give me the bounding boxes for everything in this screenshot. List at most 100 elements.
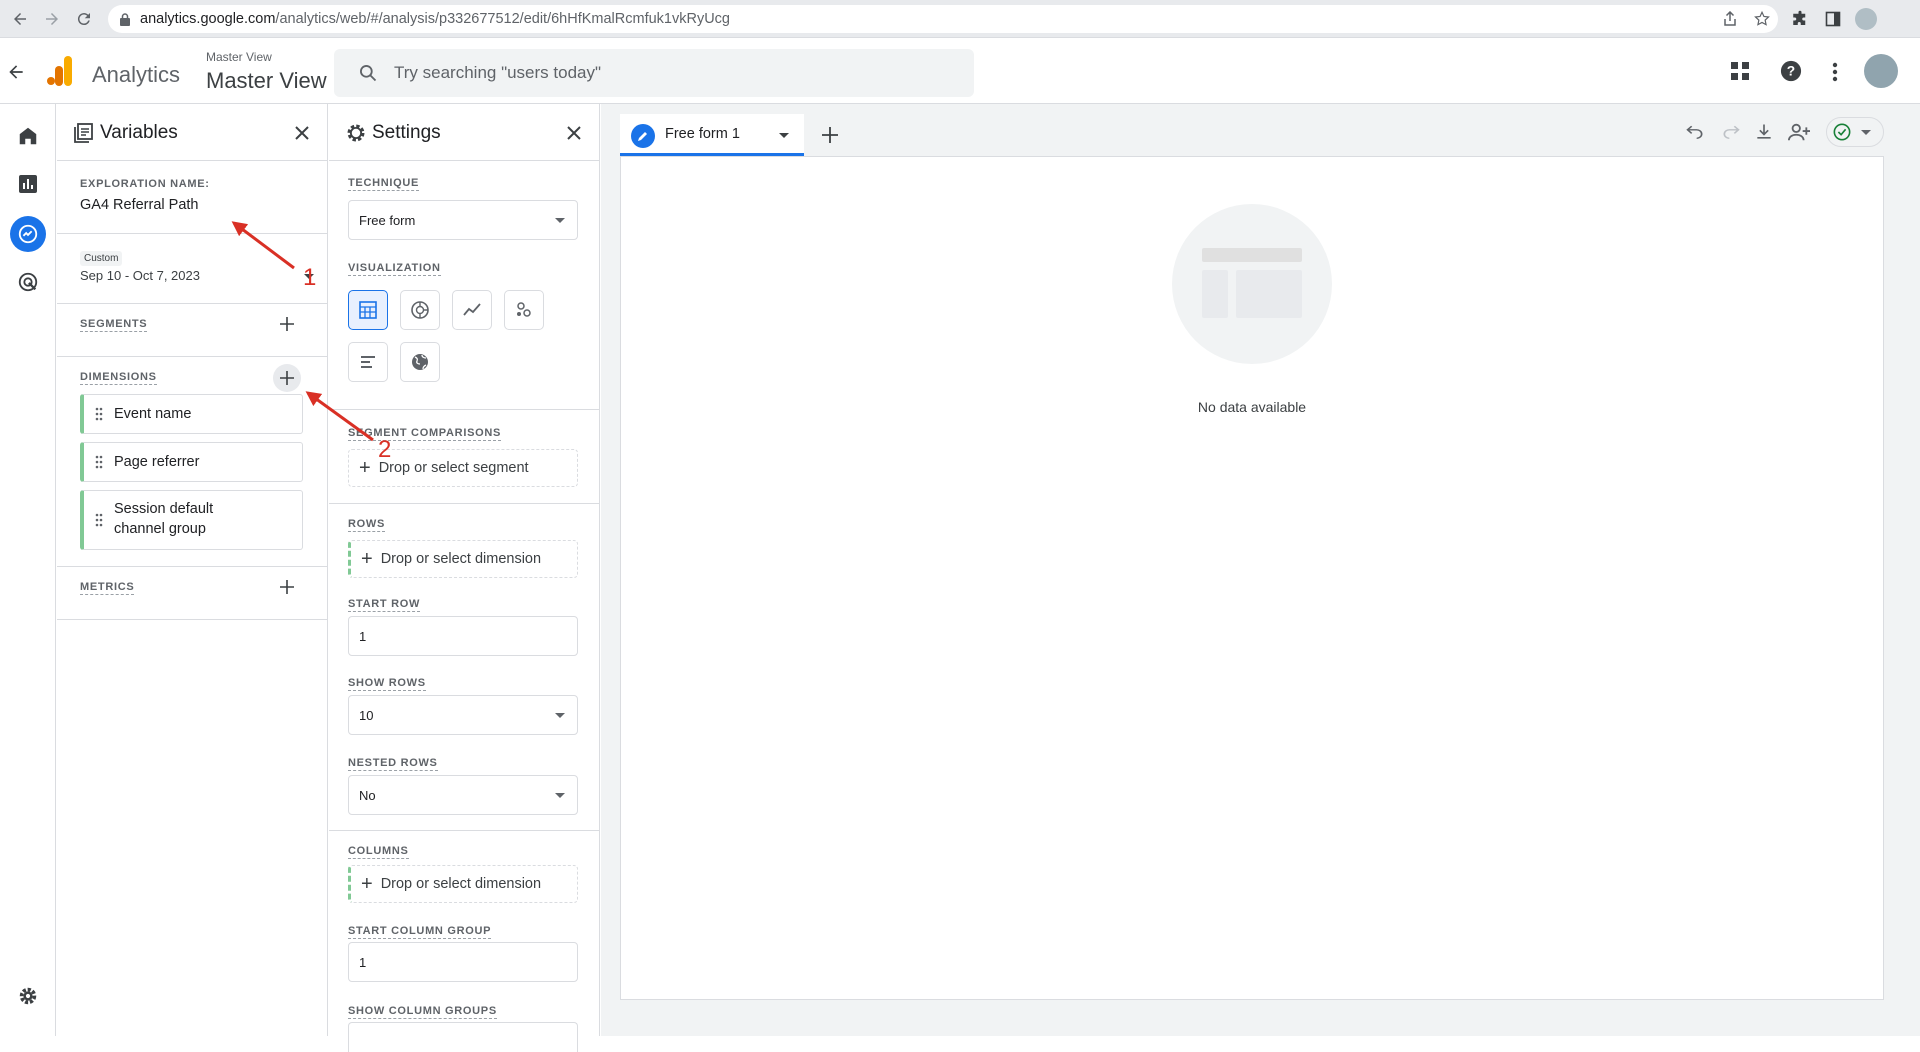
url-domain: analytics.google.com bbox=[140, 11, 276, 27]
exploration-name-input[interactable]: GA4 Referral Path bbox=[80, 197, 198, 213]
explore-icon[interactable] bbox=[10, 216, 46, 252]
reports-icon[interactable] bbox=[14, 170, 42, 198]
dimension-chip[interactable]: Event name bbox=[80, 394, 303, 434]
variables-panel: Variables EXPLORATION NAME: GA4 Referral… bbox=[57, 104, 328, 1036]
profile-avatar[interactable] bbox=[1855, 8, 1877, 30]
add-metric-button[interactable] bbox=[273, 573, 301, 601]
nested-rows-select[interactable]: No bbox=[348, 775, 578, 815]
line-chart-icon bbox=[462, 300, 482, 320]
add-segment-button[interactable] bbox=[273, 310, 301, 338]
metrics-label: METRICS bbox=[80, 581, 135, 595]
divider bbox=[57, 566, 327, 567]
settings-panel: Settings TECHNIQUE Free form VISUALIZATI… bbox=[329, 104, 600, 1052]
show-column-groups-label: SHOW COLUMN GROUPS bbox=[348, 1005, 497, 1019]
plus-icon: + bbox=[359, 457, 371, 479]
viz-scatter-button[interactable] bbox=[504, 290, 544, 330]
apps-grid-icon[interactable] bbox=[1730, 61, 1750, 81]
redo-icon[interactable] bbox=[1718, 119, 1744, 145]
bookmark-star-icon[interactable] bbox=[1752, 9, 1772, 29]
analytics-logo-icon bbox=[46, 56, 74, 86]
dimension-chip[interactable]: Session default channel group bbox=[80, 490, 303, 550]
start-column-group-label: START COLUMN GROUP bbox=[348, 925, 492, 939]
show-rows-caret-icon bbox=[555, 713, 565, 718]
dimension-chip-label: Session default channel group bbox=[114, 501, 214, 537]
undo-icon[interactable] bbox=[1682, 119, 1708, 145]
start-column-group-input[interactable]: 1 bbox=[348, 942, 578, 982]
start-row-label: START ROW bbox=[348, 598, 421, 612]
address-bar[interactable]: analytics.google.com/analytics/web/#/ana… bbox=[108, 5, 1778, 33]
rows-drop-text: Drop or select dimension bbox=[380, 551, 542, 567]
technique-label: TECHNIQUE bbox=[348, 177, 420, 191]
divider bbox=[329, 503, 599, 504]
admin-gear-icon[interactable] bbox=[14, 982, 42, 1010]
search-input[interactable]: Try searching "users today" bbox=[334, 49, 974, 97]
viz-bar-button[interactable] bbox=[348, 342, 388, 382]
search-placeholder: Try searching "users today" bbox=[394, 63, 602, 82]
dimension-chip[interactable]: Page referrer bbox=[80, 442, 303, 482]
viz-line-button[interactable] bbox=[452, 290, 492, 330]
tab-menu-caret-icon[interactable] bbox=[779, 133, 789, 138]
segment-drop-zone[interactable]: + Drop or select segment bbox=[348, 449, 578, 487]
variables-title: Variables bbox=[100, 122, 178, 143]
user-avatar[interactable] bbox=[1864, 54, 1898, 88]
variables-list-icon bbox=[74, 123, 94, 143]
columns-drop-text: Drop or select dimension bbox=[380, 876, 542, 892]
back-arrow-icon[interactable] bbox=[8, 7, 32, 31]
viz-table-button[interactable] bbox=[348, 290, 388, 330]
technique-select[interactable]: Free form bbox=[348, 200, 578, 240]
segment-comparisons-label: SEGMENT COMPARISONS bbox=[348, 427, 502, 441]
date-range-selector[interactable]: Sep 10 - Oct 7, 2023 bbox=[80, 268, 314, 292]
settings-gear-icon bbox=[345, 122, 367, 144]
start-row-input[interactable]: 1 bbox=[348, 616, 578, 656]
nested-rows-value: No bbox=[359, 787, 376, 803]
show-column-groups-select[interactable] bbox=[348, 1022, 578, 1052]
rows-drop-zone[interactable]: + Drop or select dimension bbox=[348, 540, 578, 578]
show-rows-value: 10 bbox=[359, 707, 374, 723]
add-tab-button[interactable] bbox=[815, 120, 845, 150]
viz-geo-button[interactable] bbox=[400, 342, 440, 382]
globe-icon bbox=[410, 352, 430, 372]
extensions-puzzle-icon[interactable] bbox=[1790, 9, 1810, 29]
viz-donut-button[interactable] bbox=[400, 290, 440, 330]
reload-icon[interactable] bbox=[72, 7, 96, 31]
forward-arrow-icon[interactable] bbox=[40, 7, 64, 31]
side-panel-icon[interactable] bbox=[1823, 9, 1843, 29]
table-icon bbox=[358, 300, 378, 320]
close-settings-icon[interactable] bbox=[563, 122, 585, 144]
segment-drop-text: Drop or select segment bbox=[378, 460, 529, 476]
advertising-icon[interactable] bbox=[14, 268, 42, 296]
drag-handle-icon[interactable] bbox=[84, 455, 114, 469]
dimensions-label: DIMENSIONS bbox=[80, 371, 157, 385]
drag-handle-icon[interactable] bbox=[84, 407, 114, 421]
technique-caret-icon bbox=[555, 218, 565, 223]
exploration-name-label: EXPLORATION NAME: bbox=[80, 178, 210, 190]
show-rows-label: SHOW ROWS bbox=[348, 677, 426, 691]
nested-rows-caret-icon bbox=[555, 793, 565, 798]
nested-rows-label: NESTED ROWS bbox=[348, 757, 438, 771]
show-rows-select[interactable]: 10 bbox=[348, 695, 578, 735]
share-user-icon[interactable] bbox=[1786, 119, 1812, 145]
share-icon[interactable] bbox=[1720, 9, 1740, 29]
add-dimension-button[interactable] bbox=[273, 364, 301, 392]
close-variables-icon[interactable] bbox=[291, 122, 313, 144]
rows-label: ROWS bbox=[348, 518, 386, 532]
divider bbox=[57, 356, 327, 357]
drag-handle-icon[interactable] bbox=[84, 513, 114, 527]
settings-header: Settings bbox=[329, 104, 599, 161]
pencil-icon bbox=[631, 124, 655, 148]
more-vert-icon[interactable] bbox=[1832, 62, 1838, 82]
columns-drop-zone[interactable]: + Drop or select dimension bbox=[348, 865, 578, 903]
help-icon[interactable]: ? bbox=[1780, 60, 1802, 82]
empty-state-illustration bbox=[1172, 204, 1332, 364]
save-status-button[interactable] bbox=[1826, 117, 1884, 147]
divider bbox=[329, 830, 599, 831]
home-icon[interactable] bbox=[14, 122, 42, 150]
property-selector[interactable]: Master View bbox=[206, 68, 327, 94]
account-label[interactable]: Master View bbox=[206, 50, 272, 64]
back-arrow-icon[interactable] bbox=[6, 62, 26, 82]
lock-icon bbox=[120, 12, 130, 26]
tab-free-form-1[interactable]: Free form 1 bbox=[620, 114, 804, 156]
download-icon[interactable] bbox=[1751, 119, 1777, 145]
empty-state-message: No data available bbox=[1197, 399, 1307, 415]
save-status-caret-icon bbox=[1861, 129, 1871, 135]
